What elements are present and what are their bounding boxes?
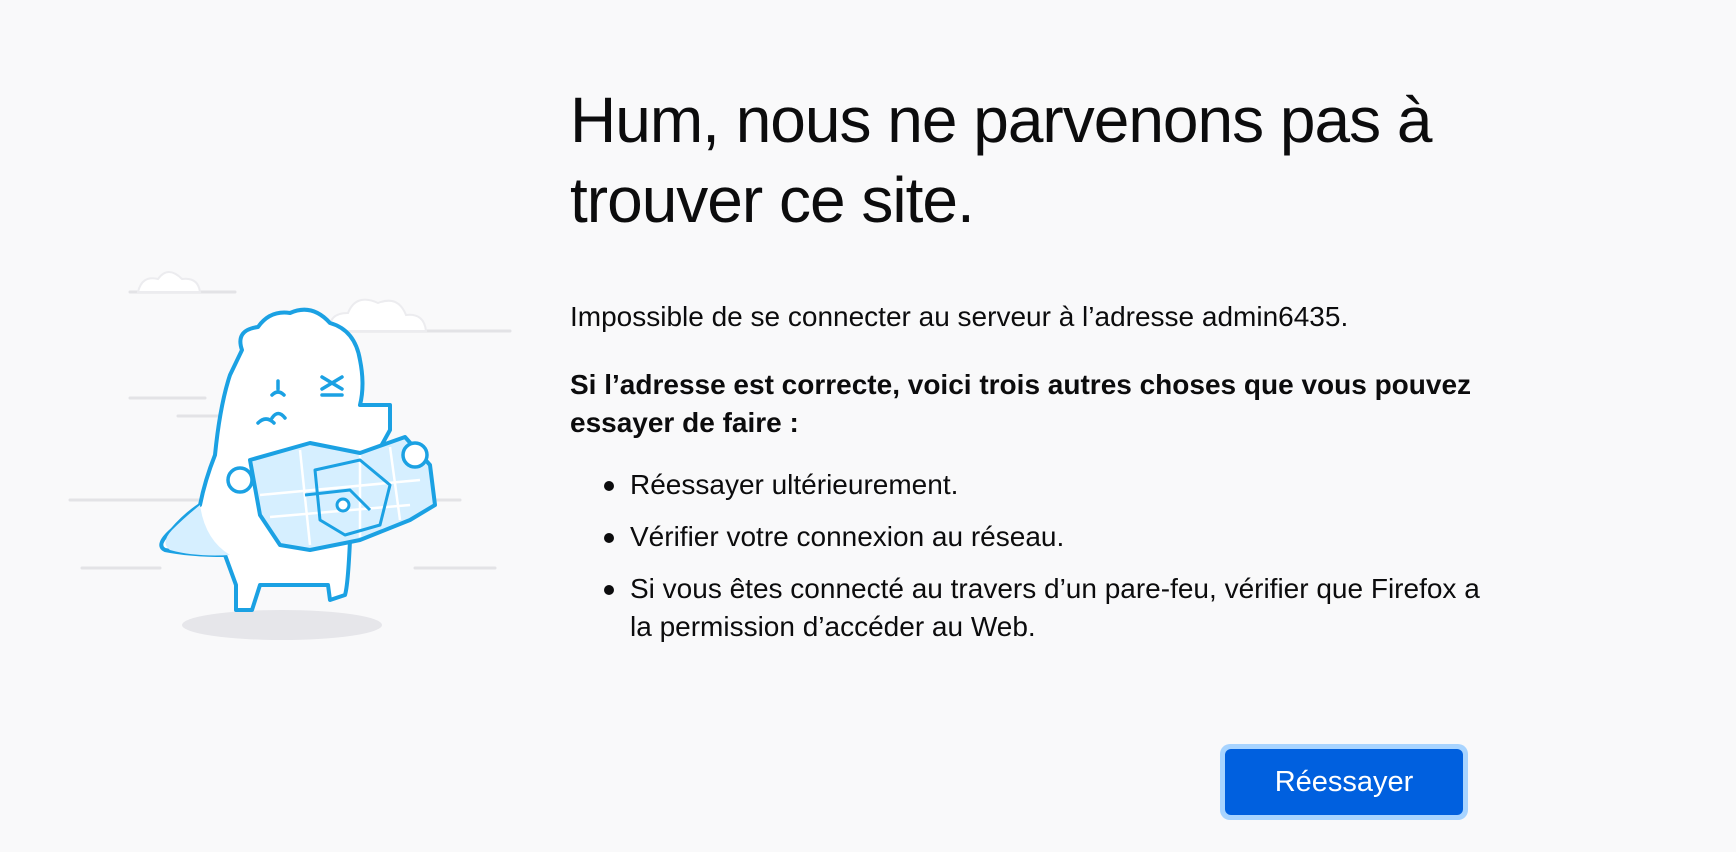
map-monster-icon [68, 271, 512, 640]
confused-monster-illustration [60, 255, 530, 655]
suggestion-item: Réessayer ultérieurement. [604, 466, 1480, 504]
suggestion-item: Vérifier votre connexion au réseau. [604, 518, 1480, 556]
retry-button[interactable]: Réessayer [1225, 749, 1463, 815]
retry-button-focus-ring: Réessayer [1220, 744, 1468, 820]
error-content: Hum, nous ne parvenons pas à trouver ce … [570, 80, 1480, 642]
suggestions-heading: Si l’adresse est correcte, voici trois a… [570, 369, 1472, 438]
suggestion-item: Si vous êtes connecté au travers d’un pa… [604, 570, 1480, 646]
error-description: Impossible de se connecter au serveur à … [570, 301, 1349, 332]
suggestions-list: Réessayer ultérieurement. Vérifier votre… [570, 466, 1480, 660]
error-title: Hum, nous ne parvenons pas à trouver ce … [570, 84, 1432, 236]
